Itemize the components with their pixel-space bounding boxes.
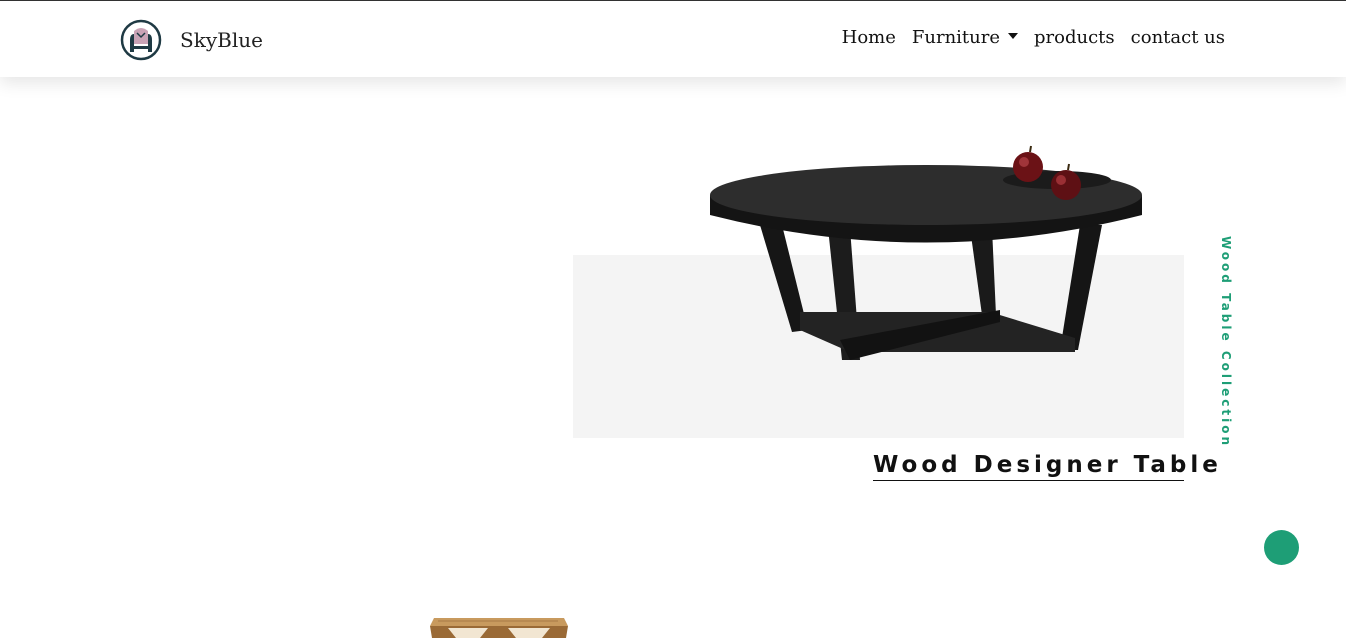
nav-furniture-label: Furniture bbox=[911, 27, 1001, 48]
caret-down-icon bbox=[1008, 33, 1019, 39]
navbar: SkyBlue Home Furniture products contact … bbox=[0, 1, 1346, 77]
wooden-stool-image bbox=[430, 618, 568, 638]
scroll-top-button[interactable] bbox=[1264, 530, 1299, 565]
product-title-link[interactable]: Wood Designer Table bbox=[873, 452, 1218, 481]
armchair-logo-icon bbox=[120, 19, 162, 61]
nav-products[interactable]: products bbox=[1034, 27, 1115, 48]
nav-contact[interactable]: contact us bbox=[1131, 27, 1225, 48]
nav-home[interactable]: Home bbox=[842, 27, 896, 48]
main-nav: Home Furniture products contact us bbox=[826, 27, 1225, 48]
brand-link[interactable]: SkyBlue bbox=[120, 19, 263, 61]
collection-vertical-label: Wood Table Collection bbox=[1219, 236, 1233, 448]
round-coffee-table-image bbox=[710, 145, 1142, 360]
brand-name: SkyBlue bbox=[180, 28, 263, 52]
nav-furniture-dropdown[interactable]: Furniture bbox=[911, 27, 1019, 48]
